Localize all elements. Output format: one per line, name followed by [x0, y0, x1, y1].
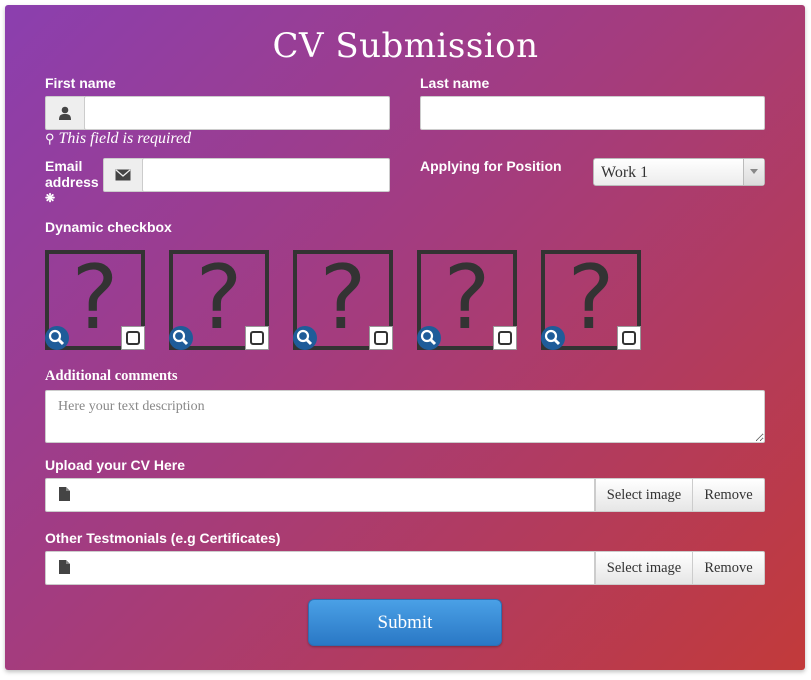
- chevron-down-icon: [743, 159, 764, 185]
- testimonials-upload-label: Other Testmonials (e.g Certificates): [45, 530, 281, 546]
- image-checkbox-tile[interactable]: ?: [169, 250, 269, 350]
- magnifier-icon[interactable]: [45, 326, 69, 350]
- magnifier-icon[interactable]: [541, 326, 565, 350]
- position-selected-value: Work 1: [601, 164, 649, 181]
- submit-button[interactable]: Submit: [308, 599, 502, 646]
- file-icon: [59, 487, 70, 506]
- tile-checkbox[interactable]: [121, 326, 145, 350]
- position-label: Applying for Position: [420, 158, 562, 174]
- testimonials-remove-button[interactable]: Remove: [692, 551, 765, 585]
- first-name-hint: ⚲ This field is required: [45, 130, 191, 148]
- lightbulb-icon: ⚲: [45, 131, 55, 146]
- file-icon: [59, 560, 70, 579]
- envelope-icon: [103, 158, 143, 192]
- cv-upload-label: Upload your CV Here: [45, 457, 186, 473]
- image-checkbox-tile[interactable]: ?: [45, 250, 145, 350]
- magnifier-icon[interactable]: [417, 326, 441, 350]
- comments-textarea[interactable]: [45, 390, 765, 443]
- email-input[interactable]: [142, 158, 390, 192]
- page-title: CV Submission: [272, 26, 539, 66]
- cv-select-image-button[interactable]: Select image: [595, 478, 693, 512]
- tile-checkbox[interactable]: [617, 326, 641, 350]
- testimonials-select-image-button[interactable]: Select image: [595, 551, 693, 585]
- tile-checkbox[interactable]: [245, 326, 269, 350]
- first-name-input[interactable]: [84, 96, 390, 130]
- last-name-input[interactable]: [420, 96, 765, 130]
- email-label-line2: address: [45, 174, 99, 190]
- comments-label: Additional comments: [45, 368, 178, 384]
- magnifier-icon[interactable]: [169, 326, 193, 350]
- image-checkbox-tile[interactable]: ?: [417, 250, 517, 350]
- first-name-hint-text: This field is required: [58, 130, 192, 147]
- email-label-line1: Email: [45, 158, 83, 174]
- position-select[interactable]: Work 1: [593, 158, 765, 186]
- tile-checkbox[interactable]: [369, 326, 393, 350]
- magnifier-icon[interactable]: [293, 326, 317, 350]
- last-name-label: Last name: [420, 75, 490, 91]
- cv-upload-field[interactable]: [45, 478, 595, 512]
- required-mark: ❋: [45, 191, 56, 205]
- testimonials-upload-field[interactable]: [45, 551, 595, 585]
- dynamic-checkbox-label: Dynamic checkbox: [45, 219, 172, 235]
- user-icon: [45, 96, 85, 130]
- email-label: Email address ❋: [45, 158, 99, 206]
- image-checkbox-tile[interactable]: ?: [293, 250, 393, 350]
- first-name-label: First name: [45, 75, 116, 91]
- image-checkbox-tile[interactable]: ?: [541, 250, 641, 350]
- cv-remove-button[interactable]: Remove: [692, 478, 765, 512]
- tile-checkbox[interactable]: [493, 326, 517, 350]
